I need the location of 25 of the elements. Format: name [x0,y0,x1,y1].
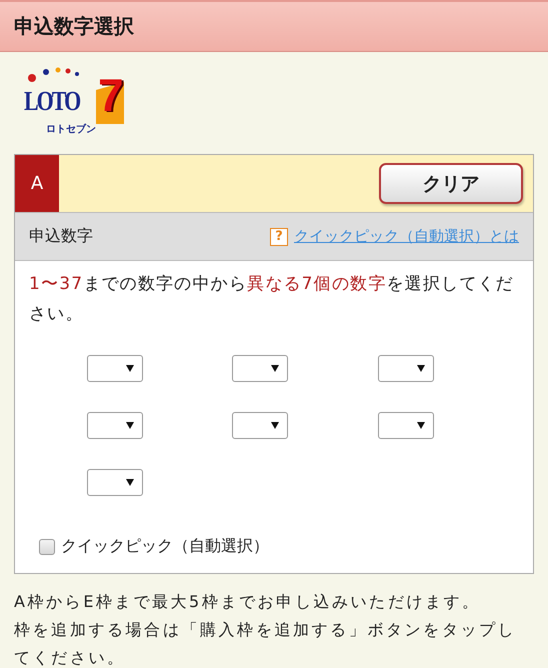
page-title: 申込数字選択 [14,13,134,40]
quick-pick-checkbox[interactable] [39,538,55,554]
caret-icon [126,479,134,486]
caret-icon [271,422,280,429]
caret-icon [126,422,134,429]
caret-icon [126,365,134,372]
number-select[interactable] [232,412,288,439]
number-select[interactable] [87,412,143,439]
number-select[interactable] [87,355,143,382]
note-text: A枠からE枠まで最大5枠までお申し込みいただけます。 [14,591,482,613]
caret-icon [271,365,280,372]
entry-letter: A [15,155,59,212]
note-text: 枠を追加する場合は「購入枠を追加する」ボタンをタップしてください。 [14,619,518,668]
instruction-text: 1〜37 までの数字の中から 異なる7個の数字 を選択してください。 [29,273,515,326]
number-select[interactable] [87,469,143,496]
number-select[interactable] [378,412,434,439]
section-label: 申込数字 [29,226,93,247]
help-icon: ? [270,228,288,246]
lottery-logo: LOTO 7 ロトセブン [24,66,124,137]
caret-icon [416,422,425,429]
number-select[interactable] [232,355,288,382]
caret-icon [416,365,425,372]
number-select[interactable] [378,355,434,382]
clear-button[interactable]: クリア [379,163,523,204]
quick-pick-label: クイックピック（自動選択） [61,536,269,557]
